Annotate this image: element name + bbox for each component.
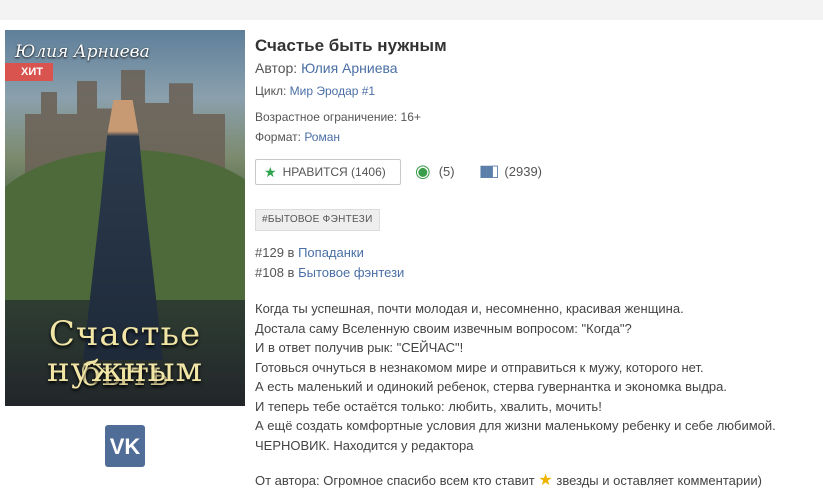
annotation-line: И в ответ получив рык: "СЕЙЧАС"! [255, 340, 464, 355]
rating-genre-link[interactable]: Бытовое фэнтези [298, 265, 404, 280]
annotation-line: И теперь тебе остаётся только: любить, х… [255, 398, 602, 414]
book-card: Юлия Арниева ХИТ Счастье быть нужным VK … [0, 20, 823, 503]
book-title: Счастье быть нужным [255, 36, 447, 55]
piggy-bank-icon: ◉ [415, 161, 431, 181]
like-label: НРАВИТСЯ (1406) [282, 165, 386, 179]
age-row: Возрастное ограничение: 16+ [255, 110, 421, 124]
piggy-count: (5) [438, 164, 455, 179]
star-icon: ★ [538, 472, 553, 489]
rating-prep: в [287, 265, 295, 280]
book-annotation: Когда ты успешная, почти молодая и, несо… [255, 299, 820, 455]
author-link[interactable]: Юлия Арниева [301, 60, 398, 76]
author-label: Автор: [255, 60, 298, 76]
cycle-row: Цикл: Мир Эродар #1 [255, 84, 375, 98]
author-note-before: От автора: Огромное спасибо всем кто ста… [255, 473, 535, 488]
genre-tag[interactable]: #БЫТОВОЕ ФЭНТЕЗИ [255, 209, 380, 231]
star-icon: ★ [264, 163, 277, 180]
annotation-line: А ещё создать комфортные условия для жиз… [255, 418, 776, 433]
hit-badge: ХИТ [5, 63, 53, 81]
vk-share-button[interactable]: VK [105, 425, 145, 467]
cycle-link[interactable]: Мир Эродар #1 [290, 84, 375, 98]
vk-icon: VK [109, 434, 141, 459]
annotation-line: А есть маленький и одинокий ребенок, сте… [255, 379, 727, 394]
library-stat[interactable]: ▮▮▯ (2939) [479, 161, 542, 181]
rating-row: #108 в Бытовое фэнтези [255, 265, 404, 280]
format-row: Формат: Роман [255, 130, 340, 144]
library-count: (2939) [504, 163, 542, 179]
rating-genre-link[interactable]: Попаданки [298, 245, 364, 260]
cover-author: Юлия Арниева [15, 42, 150, 62]
author-row: Автор: Юлия Арниева [255, 60, 398, 76]
annotation-line: Когда ты успешная, почти молодая и, несо… [255, 301, 684, 316]
author-note-after: звезды и оставляет комментарии) [556, 473, 762, 488]
like-button[interactable]: ★ НРАВИТСЯ (1406) [255, 159, 401, 185]
cover-title-line2: нужным [46, 350, 204, 390]
rating-row: #129 в Попаданки [255, 245, 364, 260]
age-value: 16+ [400, 110, 421, 124]
annotation-line: ЧЕРНОВИК. Находится у редактора [255, 437, 474, 453]
rating-place: #129 [255, 245, 284, 260]
author-note: От автора: Огромное спасибо всем кто ста… [255, 470, 762, 490]
format-label: Формат: [255, 130, 301, 144]
books-icon: ▮▮▯ [479, 163, 499, 180]
cycle-label: Цикл: [255, 84, 287, 98]
book-cover[interactable]: Юлия Арниева ХИТ Счастье быть нужным [5, 30, 245, 406]
age-label: Возрастное ограничение: [255, 110, 398, 124]
rating-prep: в [287, 245, 295, 260]
top-bar [0, 0, 823, 20]
piggy-bank-stat[interactable]: ◉ (5) [415, 161, 455, 182]
rating-place: #108 [255, 265, 284, 280]
annotation-line: Достала саму Вселенную своим извечным во… [255, 320, 632, 336]
format-link[interactable]: Роман [304, 130, 340, 144]
annotation-line: Готовься очнуться в незнакомом мире и от… [255, 359, 704, 375]
